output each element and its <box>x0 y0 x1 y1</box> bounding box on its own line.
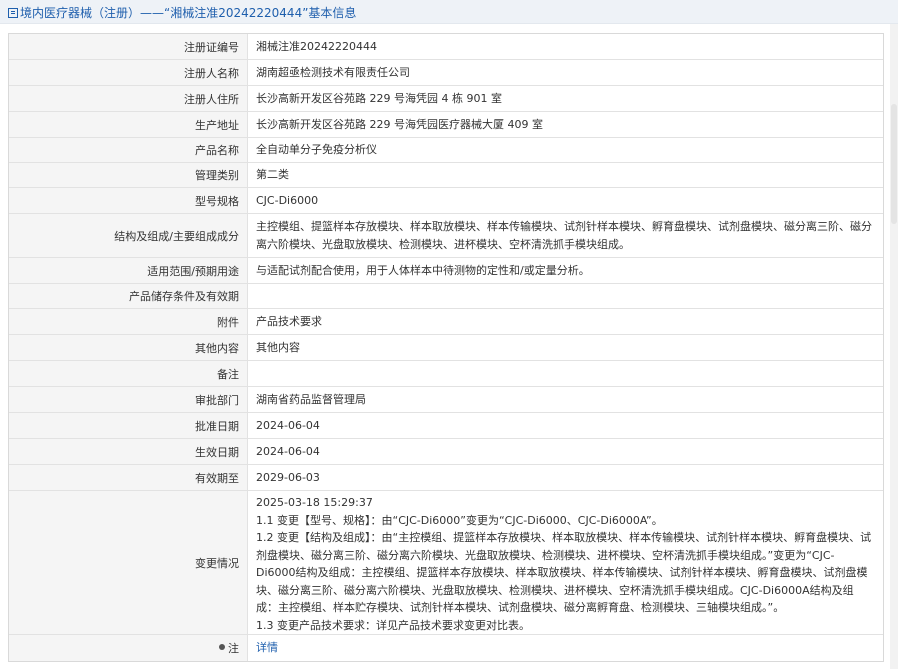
field-label: 生效日期 <box>9 439 248 464</box>
row-registration-number: 注册证编号 湘械注准20242220444 <box>9 34 883 60</box>
field-value: 湘械注准20242220444 <box>256 39 377 53</box>
vertical-scrollbar[interactable] <box>890 24 898 669</box>
field-label: 备注 <box>9 361 248 386</box>
row-effective-date: 生效日期 2024-06-04 <box>9 439 883 465</box>
row-product-name: 产品名称 全自动单分子免疫分析仪 <box>9 138 883 163</box>
row-attachment: 附件 产品技术要求 <box>9 309 883 335</box>
page-title: 境内医疗器械（注册）——“湘械注准20242220444”基本信息 <box>8 4 356 21</box>
page-title-text: 境内医疗器械（注册）——“湘械注准20242220444”基本信息 <box>20 6 357 20</box>
field-value: CJC-Di6000 <box>256 193 319 207</box>
row-registrant-name: 注册人名称 湖南超亟检测技术有限责任公司 <box>9 60 883 86</box>
page-header: 境内医疗器械（注册）——“湘械注准20242220444”基本信息 <box>0 0 898 24</box>
row-registrant-address: 注册人住所 长沙高新开发区谷苑路 229 号海凭园 4 栋 901 室 <box>9 86 883 112</box>
row-production-address: 生产地址 长沙高新开发区谷苑路 229 号海凭园医疗器械大厦 409 室 <box>9 112 883 138</box>
details-link[interactable]: 详情 <box>256 639 278 657</box>
field-label: 审批部门 <box>9 387 248 412</box>
field-value: 全自动单分子免疫分析仪 <box>256 143 377 157</box>
scrollbar-thumb[interactable] <box>891 104 897 224</box>
field-value: 其他内容 <box>256 340 300 354</box>
row-scope-use: 适用范围/预期用途 与适配试剂配合使用，用于人体样本中待测物的定性和/或定量分析。 <box>9 258 883 284</box>
change-item: 1.1 变更【型号、规格】：由“CJC-Di6000”变更为“CJC-Di600… <box>256 513 663 527</box>
field-label: 附件 <box>9 309 248 334</box>
field-value: 2024-06-04 <box>256 444 320 458</box>
field-label: 管理类别 <box>9 163 248 187</box>
field-label: 变更情况 <box>9 491 248 634</box>
field-label: 产品储存条件及有效期 <box>9 284 248 308</box>
change-timestamp: 2025-03-18 15:29:37 <box>256 496 373 509</box>
field-label: 其他内容 <box>9 335 248 360</box>
change-item: 1.3 变更产品技术要求：详见产品技术要求变更对比表。 <box>256 618 530 632</box>
row-change-history: 变更情况 2025-03-18 15:29:37 1.1 变更【型号、规格】：由… <box>9 491 883 635</box>
field-label: 有效期至 <box>9 465 248 490</box>
field-value: 长沙高新开发区谷苑路 229 号海凭园医疗器械大厦 409 室 <box>256 117 543 131</box>
note-value: 详情 <box>248 635 883 661</box>
field-value: 湖南省药品监督管理局 <box>256 392 366 406</box>
row-other-content: 其他内容 其他内容 <box>9 335 883 361</box>
field-label: 型号规格 <box>9 188 248 213</box>
field-label: 适用范围/预期用途 <box>9 258 248 283</box>
field-label: 注册人住所 <box>9 86 248 111</box>
row-note: 注 详情 <box>9 635 883 661</box>
detail-table: 注册证编号 湘械注准20242220444 注册人名称 湖南超亟检测技术有限责任公司… <box>8 33 884 662</box>
row-management-category: 管理类别 第二类 <box>9 163 883 188</box>
row-approval-department: 审批部门 湖南省药品监督管理局 <box>9 387 883 413</box>
field-label: 批准日期 <box>9 413 248 438</box>
row-model-spec: 型号规格 CJC-Di6000 <box>9 188 883 214</box>
field-label: 注册证编号 <box>9 34 248 59</box>
row-approval-date: 批准日期 2024-06-04 <box>9 413 883 439</box>
field-value <box>248 361 883 386</box>
field-value: 主控模组、提篮样本存放模块、样本取放模块、样本传输模块、试剂针样本模块、孵育盘模… <box>256 220 872 251</box>
field-value <box>248 284 883 308</box>
change-item: 1.2 变更【结构及组成】：由“主控模组、提篮样本存放模块、样本取放模块、样本传… <box>256 531 872 614</box>
field-value: 2029-06-03 <box>256 470 320 484</box>
note-label: 注 <box>9 635 248 661</box>
note-label-text: 注 <box>228 642 239 655</box>
row-structure-composition: 结构及组成/主要组成成分 主控模组、提篮样本存放模块、样本取放模块、样本传输模块、… <box>9 214 883 258</box>
field-value: 产品技术要求 <box>256 314 322 328</box>
field-value: 与适配试剂配合使用，用于人体样本中待测物的定性和/或定量分析。 <box>256 263 590 277</box>
row-remark: 备注 <box>9 361 883 387</box>
document-icon <box>8 8 18 18</box>
field-label: 注册人名称 <box>9 60 248 85</box>
field-label: 产品名称 <box>9 138 248 162</box>
row-expiry-date: 有效期至 2029-06-03 <box>9 465 883 491</box>
field-value: 2024-06-04 <box>256 418 320 432</box>
row-storage-validity: 产品储存条件及有效期 <box>9 284 883 309</box>
field-value: 湖南超亟检测技术有限责任公司 <box>256 65 410 79</box>
field-label: 结构及组成/主要组成成分 <box>9 214 248 257</box>
change-history-content: 2025-03-18 15:29:37 1.1 变更【型号、规格】：由“CJC-… <box>248 491 883 634</box>
field-value: 第二类 <box>256 168 289 182</box>
pin-icon <box>219 644 225 650</box>
field-label: 生产地址 <box>9 112 248 137</box>
field-value: 长沙高新开发区谷苑路 229 号海凭园 4 栋 901 室 <box>256 91 502 105</box>
